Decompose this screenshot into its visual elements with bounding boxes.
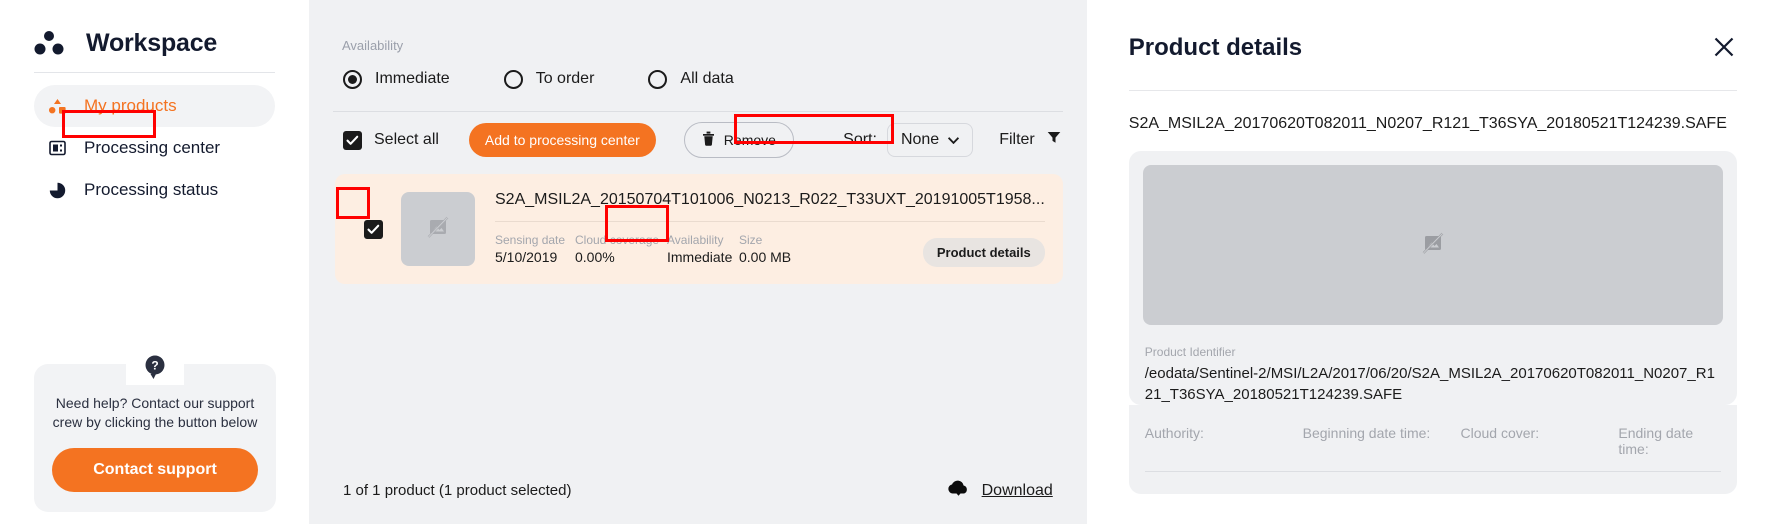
radio-to-order[interactable] bbox=[503, 69, 523, 89]
details-preview bbox=[1142, 165, 1723, 325]
trash-icon bbox=[702, 131, 715, 149]
product-details-panel: Product details S2A_MSIL2A_20170620T0820… bbox=[1086, 0, 1776, 524]
attribute-beginning-date-time: Beginning date time: bbox=[1302, 425, 1431, 441]
radio-label: To order bbox=[535, 70, 595, 87]
attribute-cloud-cover: Cloud cover: bbox=[1460, 425, 1540, 441]
select-all-label: Select all bbox=[374, 131, 439, 148]
availability-option-immediate[interactable]: Immediate bbox=[343, 69, 450, 89]
sidebar-item-label: Processing center bbox=[84, 138, 221, 157]
remove-button[interactable]: Remove bbox=[683, 122, 794, 158]
sidebar-item-my-products[interactable]: My products bbox=[34, 85, 275, 127]
help-bubble: ? bbox=[126, 343, 184, 385]
details-header: Product details bbox=[1129, 34, 1737, 62]
page-title: Workspace bbox=[86, 28, 218, 57]
sidebar-divider bbox=[34, 72, 275, 73]
identifier-value: /eodata/Sentinel-2/MSI/L2A/2017/06/20/S2… bbox=[1144, 365, 1715, 403]
sidebar-item-label: My products bbox=[84, 96, 177, 115]
identifier-key: Product Identifier bbox=[1144, 345, 1236, 359]
download-button[interactable]: Download bbox=[947, 479, 1053, 502]
sidebar-item-processing-center[interactable]: Processing center bbox=[34, 127, 275, 169]
select-all-checkbox[interactable] bbox=[343, 130, 362, 150]
product-checkbox[interactable] bbox=[363, 219, 383, 239]
availability-radio-group: Immediate To order All data bbox=[333, 53, 1063, 93]
meta-cloud-coverage: Cloud coverage 0.00% bbox=[575, 232, 667, 267]
three-dots-logo-icon bbox=[34, 30, 64, 56]
meta-value: 5/10/2019 bbox=[495, 249, 558, 265]
sidebar-nav: My products Processing center Processing… bbox=[34, 85, 275, 211]
download-label: Download bbox=[981, 481, 1053, 499]
shapes-icon bbox=[48, 97, 66, 115]
chevron-down-icon bbox=[948, 131, 960, 149]
sort-select[interactable]: None bbox=[886, 123, 974, 157]
products-footer: 1 of 1 product (1 product selected) Down… bbox=[333, 479, 1063, 524]
attributes-divider-wrap bbox=[1128, 457, 1737, 472]
select-all-control[interactable]: Select all bbox=[343, 130, 439, 150]
help-card: ? Need help? Contact our support crew by… bbox=[34, 343, 276, 512]
radio-label: Immediate bbox=[375, 70, 450, 87]
product-details-button[interactable]: Product details bbox=[922, 238, 1045, 267]
radio-label: All data bbox=[680, 70, 734, 87]
brand: Workspace bbox=[34, 0, 275, 57]
close-icon[interactable] bbox=[1711, 34, 1737, 60]
broken-image-icon bbox=[425, 214, 451, 245]
funnel-icon bbox=[1047, 131, 1061, 149]
attribute-ending-date-time: Ending date time: bbox=[1618, 425, 1694, 457]
meta-key: Size bbox=[739, 233, 763, 247]
meta-value: 0.00 MB bbox=[739, 249, 792, 265]
meta-value: 0.00% bbox=[575, 249, 615, 265]
product-title: S2A_MSIL2A_20150704T101006_N0213_R022_T3… bbox=[495, 191, 1045, 208]
app-root: Workspace My products Processing center … bbox=[0, 0, 1776, 524]
question-mark-icon: ? bbox=[144, 354, 166, 385]
sidebar: Workspace My products Processing center … bbox=[0, 0, 309, 524]
meta-key: Sensing date bbox=[495, 233, 566, 247]
product-meta: Sensing date 5/10/2019 Cloud coverage 0.… bbox=[495, 222, 1045, 267]
server-icon bbox=[48, 139, 66, 157]
availability-option-all-data[interactable]: All data bbox=[648, 69, 734, 89]
meta-sensing-date: Sensing date 5/10/2019 bbox=[495, 232, 575, 267]
meta-size: Size 0.00 MB bbox=[739, 232, 829, 267]
identifier-block: Product Identifier /eodata/Sentinel-2/MS… bbox=[1128, 327, 1737, 405]
product-card-body: S2A_MSIL2A_20150704T101006_N0213_R022_T3… bbox=[495, 191, 1045, 267]
broken-image-icon bbox=[1420, 230, 1446, 261]
availability-option-to-order[interactable]: To order bbox=[503, 69, 595, 89]
product-count: 1 of 1 product (1 product selected) bbox=[343, 482, 572, 499]
filter-button[interactable]: Filter bbox=[999, 131, 1063, 149]
details-attributes: Authority: Beginning date time: Cloud co… bbox=[1128, 405, 1737, 457]
product-card[interactable]: S2A_MSIL2A_20150704T101006_N0213_R022_T3… bbox=[335, 174, 1063, 284]
sort-label: Sort: bbox=[843, 131, 877, 148]
contact-support-button[interactable]: Contact support bbox=[52, 448, 258, 492]
sidebar-item-processing-status[interactable]: Processing status bbox=[34, 169, 275, 211]
availability-label: Availability bbox=[342, 38, 404, 53]
meta-key: Availability bbox=[667, 233, 724, 247]
attribute-authority: Authority: bbox=[1144, 425, 1204, 441]
sidebar-item-label: Processing status bbox=[84, 180, 219, 199]
attributes-footer bbox=[1128, 472, 1737, 494]
products-toolbar: Select all Add to processing center Remo… bbox=[333, 112, 1063, 168]
cloud-download-icon bbox=[947, 479, 970, 502]
details-product-name: S2A_MSIL2A_20170620T082011_N0207_R121_T3… bbox=[1128, 115, 1727, 132]
product-thumbnail bbox=[401, 192, 475, 266]
help-text: Need help? Contact our support crew by c… bbox=[52, 395, 258, 430]
details-preview-wrap bbox=[1128, 151, 1737, 339]
product-list: S2A_MSIL2A_20150704T101006_N0213_R022_T3… bbox=[333, 168, 1063, 284]
toolbar-right-group: Sort: None Filter bbox=[843, 123, 1063, 157]
products-panel: Availability Immediate To order All data bbox=[309, 0, 1087, 524]
remove-label: Remove bbox=[723, 132, 776, 148]
radio-immediate[interactable] bbox=[343, 69, 362, 89]
meta-key: Cloud coverage bbox=[575, 233, 660, 247]
meta-availability: Availability Immediate bbox=[667, 232, 739, 267]
radio-all-data[interactable] bbox=[648, 69, 668, 89]
filter-label: Filter bbox=[999, 131, 1035, 148]
meta-value: Immediate bbox=[667, 249, 733, 265]
svg-text:?: ? bbox=[151, 359, 158, 373]
details-title: Product details bbox=[1128, 34, 1303, 61]
product-checkbox-wrap bbox=[345, 219, 401, 239]
pie-chart-icon bbox=[48, 181, 66, 199]
add-to-processing-center-button[interactable]: Add to processing center bbox=[468, 123, 656, 157]
sort-value: None bbox=[900, 131, 940, 148]
